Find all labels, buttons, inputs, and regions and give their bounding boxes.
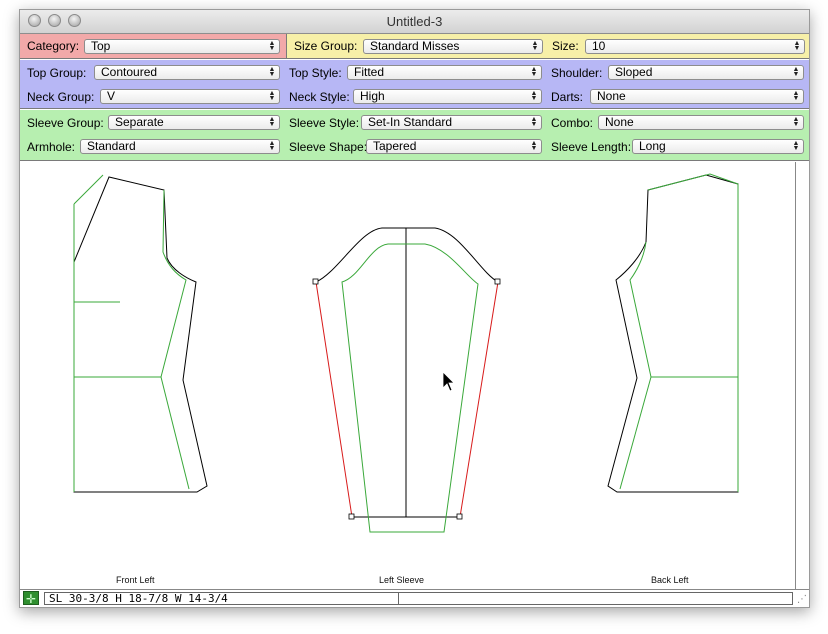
updown-arrows-icon: ▲ ▼	[792, 140, 800, 152]
size-value: 10	[592, 39, 606, 53]
left-sleeve-seam	[341, 243, 479, 533]
size-section: Size Group: Standard Misses ▲ ▼ Size: 10 …	[286, 34, 809, 58]
sleeve-group-value: Separate	[115, 115, 164, 129]
left-sleeve-outline	[315, 227, 499, 283]
updown-arrows-icon: ▲ ▼	[530, 116, 538, 128]
row-top: Top Group: Contoured ▲ ▼ Top Style: Fitte…	[20, 60, 809, 109]
updown-arrows-icon: ▲ ▼	[793, 40, 801, 52]
sleeve-length-label: Sleeve Length:	[551, 140, 632, 154]
updown-arrows-icon: ▲ ▼	[792, 90, 800, 102]
updown-arrows-icon: ▲ ▼	[530, 66, 538, 78]
row-category: Category: Top ▲ ▼ Size Group: Standard Mi…	[20, 34, 809, 59]
updown-arrows-icon: ▲ ▼	[268, 116, 276, 128]
sleeve-style-popup[interactable]: Set-In Standard ▲ ▼	[361, 115, 542, 130]
combo-value: None	[605, 115, 634, 129]
top-group-popup[interactable]: Contoured ▲ ▼	[94, 65, 280, 80]
updown-arrows-icon: ▲ ▼	[268, 140, 276, 152]
neck-group-label: Neck Group:	[27, 90, 95, 104]
front-left-outline	[73, 176, 208, 493]
crosshair-icon[interactable]: ✛	[23, 591, 39, 606]
window-title: Untitled-3	[386, 14, 443, 29]
shoulder-label: Shoulder:	[551, 66, 603, 80]
updown-arrows-icon: ▲ ▼	[268, 90, 276, 102]
status-bar: ✛ SL 30-3/8 H 18-7/8 W 14-3/4 ⋰	[20, 589, 809, 607]
armhole-label: Armhole:	[27, 140, 76, 154]
armhole-popup[interactable]: Standard ▲ ▼	[80, 139, 280, 154]
neck-style-popup[interactable]: High ▲ ▼	[353, 89, 542, 104]
size-group-label: Size Group:	[294, 39, 358, 53]
resize-grip-icon[interactable]: ⋰	[797, 594, 807, 605]
sleeve-group-label: Sleeve Group:	[27, 116, 104, 130]
size-group-value: Standard Misses	[370, 39, 460, 53]
top-style-label: Top Style:	[289, 66, 342, 80]
updown-arrows-icon: ▲ ▼	[268, 40, 276, 52]
pattern-canvas[interactable]	[20, 162, 795, 589]
top-style-popup[interactable]: Fitted ▲ ▼	[347, 65, 542, 80]
sleeve-style-label: Sleeve Style:	[289, 116, 360, 130]
row-sleeve: Sleeve Group: Separate ▲ ▼ Sleeve Style: …	[20, 110, 809, 161]
top-group-label: Top Group:	[27, 66, 87, 80]
status-field-secondary	[399, 592, 793, 605]
sleeve-style-value: Set-In Standard	[368, 115, 453, 129]
category-section: Category: Top ▲ ▼	[20, 34, 286, 58]
combo-label: Combo:	[551, 116, 594, 130]
sleeve-length-popup[interactable]: Long ▲ ▼	[632, 139, 804, 154]
size-label: Size:	[552, 39, 579, 53]
armhole-value: Standard	[87, 139, 136, 153]
neck-style-value: High	[360, 89, 385, 103]
updown-arrows-icon: ▲ ▼	[268, 66, 276, 78]
pattern-drawing	[73, 173, 739, 533]
measurements-readout: SL 30-3/8 H 18-7/8 W 14-3/4	[44, 592, 399, 605]
neck-group-value: V	[107, 89, 116, 103]
sleeve-shape-label: Sleeve Shape:	[289, 140, 368, 154]
shoulder-value: Sloped	[615, 65, 653, 79]
size-popup[interactable]: 10 ▲ ▼	[585, 39, 805, 54]
left-sleeve-underarm-right	[459, 281, 499, 518]
size-group-popup[interactable]: Standard Misses ▲ ▼	[363, 39, 543, 54]
left-sleeve-piece[interactable]	[312, 227, 501, 533]
mouse-pointer-icon	[442, 371, 455, 392]
sleeve-handle-br	[456, 513, 463, 520]
category-value: Top	[91, 39, 111, 53]
front-left-seam	[73, 174, 190, 492]
sleeve-length-value: Long	[639, 139, 666, 153]
front-left-label: Front Left	[116, 575, 155, 585]
updown-arrows-icon: ▲ ▼	[530, 140, 538, 152]
neck-style-label: Neck Style:	[289, 90, 350, 104]
updown-arrows-icon: ▲ ▼	[531, 40, 539, 52]
sleeve-shape-value: Tapered	[373, 139, 417, 153]
front-left-piece[interactable]	[73, 174, 208, 493]
left-sleeve-underarm-left	[315, 281, 353, 518]
top-group-value: Contoured	[101, 65, 158, 79]
category-popup[interactable]: Top ▲ ▼	[84, 39, 280, 54]
sleeve-shape-popup[interactable]: Tapered ▲ ▼	[366, 139, 542, 154]
top-style-value: Fitted	[354, 65, 385, 79]
shoulder-popup[interactable]: Sloped ▲ ▼	[608, 65, 804, 80]
sleeve-handle-bl	[348, 513, 355, 520]
back-left-piece[interactable]	[607, 173, 739, 493]
sleeve-handle-tr	[494, 278, 501, 285]
updown-arrows-icon: ▲ ▼	[792, 66, 800, 78]
darts-label: Darts:	[551, 90, 584, 104]
back-left-seam	[619, 173, 739, 492]
darts-popup[interactable]: None ▲ ▼	[590, 89, 804, 104]
neck-group-popup[interactable]: V ▲ ▼	[100, 89, 280, 104]
title-bar: Untitled-3	[20, 10, 809, 34]
sleeve-handle-tl	[312, 278, 319, 285]
combo-popup[interactable]: None ▲ ▼	[598, 115, 804, 130]
app-window: Untitled-3 Category: Top ▲ ▼ Size Group: …	[19, 9, 810, 608]
vertical-scrollbar[interactable]	[795, 162, 809, 589]
back-left-label: Back Left	[651, 575, 689, 585]
darts-value: None	[597, 89, 626, 103]
back-left-outline	[607, 174, 739, 493]
left-sleeve-label: Left Sleeve	[379, 575, 425, 585]
sleeve-group-popup[interactable]: Separate ▲ ▼	[108, 115, 280, 130]
updown-arrows-icon: ▲ ▼	[530, 90, 538, 102]
updown-arrows-icon: ▲ ▼	[792, 116, 800, 128]
category-label: Category:	[27, 39, 80, 53]
